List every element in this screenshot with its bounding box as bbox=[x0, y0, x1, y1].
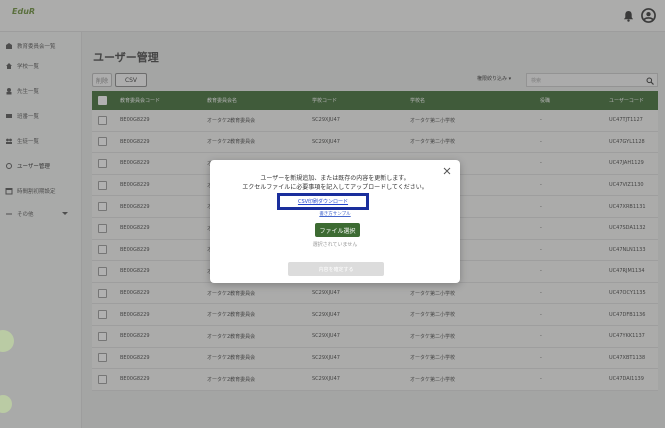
csv-upload-modal: ユーザーを新規追加、または既存の内容を更新します。 エクセルファイルに必要事項を… bbox=[210, 160, 460, 283]
decorative-blob bbox=[0, 395, 12, 413]
modal-description-line2: エクセルファイルに必要事項を記入してアップロードしてください。 bbox=[242, 184, 428, 191]
modal-description-line1: ユーザーを新規追加、または既存の内容を更新します。 bbox=[260, 175, 410, 182]
file-select-button[interactable]: ファイル選択 bbox=[315, 223, 360, 237]
sample-link[interactable]: 書き方サンプル bbox=[210, 211, 460, 217]
csv-template-download-link[interactable]: CSV印刷ダウンロード bbox=[277, 193, 369, 210]
decorative-blob bbox=[0, 330, 14, 352]
no-file-selected-text: 選択されていません bbox=[312, 242, 358, 248]
confirm-button[interactable]: 内容を確定する bbox=[288, 262, 384, 276]
